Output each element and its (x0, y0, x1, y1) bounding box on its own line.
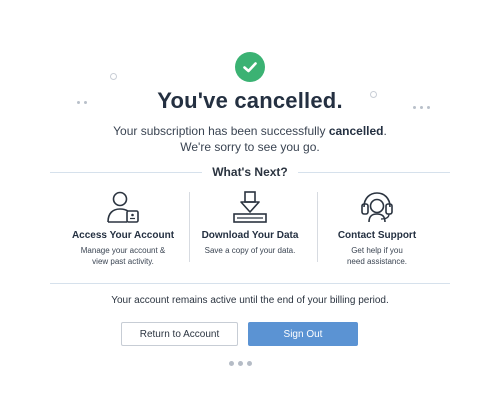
whats-next-heading: What's Next? (212, 165, 288, 179)
billing-period-note: Your account remains active until the en… (111, 295, 389, 306)
contact-support-desc-line: need assistance. (346, 257, 408, 266)
access-account-item[interactable]: Access Your Account Manage your account … (60, 186, 186, 268)
subtitle-prefix: Your subscription has been successfully (113, 124, 329, 138)
whats-next-divider: What's Next? (50, 164, 450, 180)
cancellation-confirmation: You've cancelled. Your subscription has … (0, 0, 500, 420)
download-data-desc-line: Save a copy of your data. (204, 246, 296, 255)
sign-out-button[interactable]: Sign Out (248, 322, 358, 346)
access-account-desc-line: Manage your account & (80, 246, 166, 255)
next-steps-list: Access Your Account Manage your account … (60, 186, 440, 268)
pagination-dot (229, 361, 234, 366)
subtitle-line-2: We're sorry to see you go. (180, 140, 320, 154)
contact-support-desc-line: Get help if you (351, 246, 403, 255)
divider-line (50, 171, 203, 173)
contact-support-title: Contact Support (337, 230, 417, 241)
contact-support-item[interactable]: Contact Support Get help if you need ass… (314, 186, 440, 268)
download-data-title: Download Your Data (201, 230, 299, 241)
success-check-icon (235, 52, 265, 82)
headset-support-icon (314, 186, 440, 224)
divider-line (297, 171, 450, 173)
page-title: You've cancelled. (157, 88, 343, 113)
user-card-icon (60, 186, 186, 224)
access-account-desc: Manage your account & view past activity… (60, 245, 186, 267)
download-tray-icon (187, 186, 313, 224)
subtitle-bold: cancelled (328, 124, 384, 138)
download-data-desc: Save a copy of your data. (187, 245, 313, 256)
contact-support-desc: Get help if you need assistance. (314, 245, 440, 267)
section-divider (50, 283, 450, 284)
pagination-dot (247, 361, 252, 366)
pagination-dots (229, 361, 252, 366)
subtitle-line-1: Your subscription has been successfully … (0, 124, 500, 138)
access-account-desc-line: view past activity. (92, 257, 154, 266)
decorative-ring (110, 73, 117, 80)
download-data-item[interactable]: Download Your Data Save a copy of your d… (187, 186, 313, 268)
return-to-account-button[interactable]: Return to Account (121, 322, 238, 346)
pagination-dot (238, 361, 243, 366)
access-account-title: Access Your Account (71, 230, 175, 241)
subtitle-suffix: . (383, 124, 387, 138)
